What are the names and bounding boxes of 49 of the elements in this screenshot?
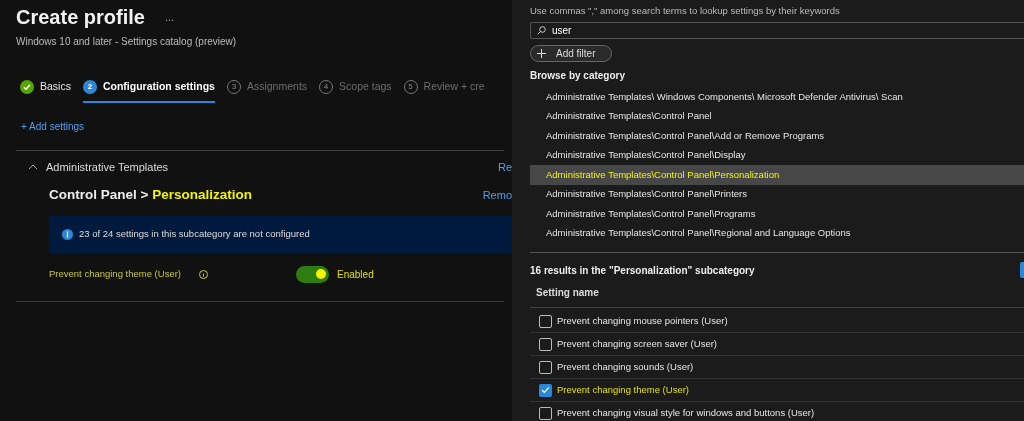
toggle-value: Enabled	[337, 267, 374, 282]
remove-link[interactable]: Remo	[482, 187, 512, 204]
setting-name: Prevent changing screen saver (User)	[557, 337, 717, 352]
category-item[interactable]: Administrative Templates\Control Panel	[530, 106, 1024, 127]
browse-title: Browse by category	[530, 69, 627, 84]
wizard-step-tab[interactable]: Basics	[20, 79, 71, 103]
toggle-switch[interactable]	[296, 265, 329, 283]
subcategory-heading: Control Panel > Personalization	[49, 186, 252, 205]
step-number: 2	[82, 79, 97, 94]
info-text: 23 of 24 settings in this subcategory are not configured	[79, 226, 310, 241]
category-item[interactable]: Administrative Templates\Control Panel\Programs	[530, 204, 1024, 224]
results-title: 16 results in the "Personalization" subcategory	[530, 263, 755, 278]
setting-name: Prevent changing sounds (User)	[557, 360, 694, 375]
checkbox[interactable]	[539, 383, 552, 397]
setting-name: Prevent changing mouse pointers (User)	[557, 314, 728, 329]
setting-name: Prevent changing theme (User)	[557, 383, 689, 398]
page-title: Create profile	[16, 5, 145, 30]
action-button[interactable]	[1020, 262, 1024, 279]
category-item[interactable]: Administrative Templates\Control Panel\Printers	[530, 184, 1024, 205]
category-item[interactable]: Administrative Templates\Control Panel\Regional and Language Options	[530, 223, 1024, 244]
search-field[interactable]: user	[530, 22, 1024, 40]
remove-link[interactable]: Re	[497, 158, 512, 176]
add-settings-link[interactable]: + Add settings	[21, 118, 512, 134]
page-subtitle: Windows 10 and later - Settings catalog (preview)	[16, 35, 238, 49]
setting-name: Prevent changing visual style for windows and buttons (User)	[557, 406, 815, 421]
search-icon	[537, 26, 546, 36]
search-hint: Use commas "," among search terms to lookup settings by their keywords	[530, 4, 841, 18]
checkbox[interactable]	[539, 337, 552, 351]
plus-icon	[537, 49, 546, 59]
info-icon	[199, 269, 208, 279]
column-header: Setting name	[536, 286, 600, 301]
section-title: Administrative Templates	[46, 159, 169, 175]
category-item[interactable]: Administrative Templates\Control Panel\Add or Remove Programs	[530, 126, 1024, 146]
checkbox[interactable]	[539, 360, 552, 374]
category-item[interactable]: Administrative Templates\Control Panel\Display	[530, 145, 1024, 166]
wizard-step-tab[interactable]: 4 Scope tags	[319, 79, 392, 103]
check-circle-icon	[20, 79, 34, 94]
wizard-step-tab[interactable]: 5 Review + cre	[403, 79, 485, 103]
category-item[interactable]: Administrative Templates\Control Panel\Personalization	[530, 165, 1024, 185]
checkbox[interactable]	[539, 314, 552, 328]
more-button[interactable]: ...	[164, 11, 175, 23]
setting-label: Prevent changing theme (User)	[49, 266, 182, 281]
category-item[interactable]: Administrative Templates\ Windows Components\ Microsoft Defender Antivirus\ Scan	[530, 87, 1024, 107]
wizard-step-tab[interactable]: 2 Configuration settings	[82, 79, 215, 103]
add-filter-button[interactable]: Add filter	[530, 45, 612, 63]
chevron-up-icon[interactable]	[28, 164, 38, 170]
wizard-step-tab[interactable]: 3 Assignments	[226, 79, 308, 103]
info-icon	[62, 228, 73, 240]
checkbox[interactable]	[539, 406, 552, 420]
